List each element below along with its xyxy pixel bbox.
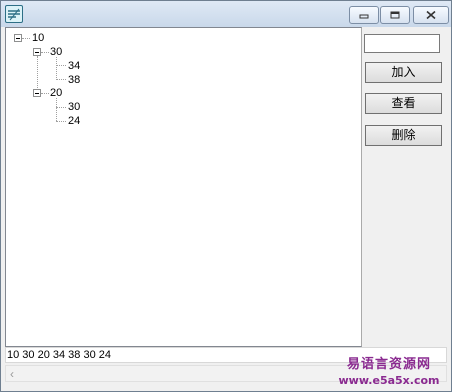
delete-button[interactable]: 删除 — [365, 125, 442, 146]
scroll-left-icon[interactable]: ‹ — [10, 367, 14, 381]
tree-node-label: 30 — [68, 101, 81, 113]
node-20-collapse-toggle[interactable] — [33, 89, 41, 97]
maximize-button[interactable] — [380, 6, 410, 24]
main-window: 10 30 34 38 20 30 24 加入 查看 删除 10 30 20 3… — [0, 0, 452, 392]
title-bar[interactable] — [1, 1, 451, 27]
tree-node-label: 10 — [32, 32, 45, 44]
root-collapse-toggle[interactable] — [14, 34, 22, 42]
add-button[interactable]: 加入 — [365, 62, 442, 83]
close-icon — [426, 10, 436, 20]
watermark: 易语言资源网 www.e5a5x.com — [331, 357, 447, 389]
minimize-icon — [359, 14, 369, 19]
tree-node-label: 24 — [68, 115, 81, 127]
value-input[interactable] — [364, 34, 440, 53]
node-30-collapse-toggle[interactable] — [33, 48, 41, 56]
tree-node-label: 38 — [68, 74, 81, 86]
watermark-url: www.e5a5x.com — [338, 374, 440, 387]
minimize-button[interactable] — [349, 6, 379, 24]
maximize-icon — [390, 11, 400, 19]
view-button[interactable]: 查看 — [365, 93, 442, 114]
tree-node-label: 34 — [68, 60, 81, 72]
tree-view[interactable]: 10 30 34 38 20 30 24 — [5, 27, 362, 347]
app-icon — [5, 5, 23, 23]
close-button[interactable] — [413, 6, 449, 24]
watermark-title: 易语言资源网 — [346, 357, 431, 372]
